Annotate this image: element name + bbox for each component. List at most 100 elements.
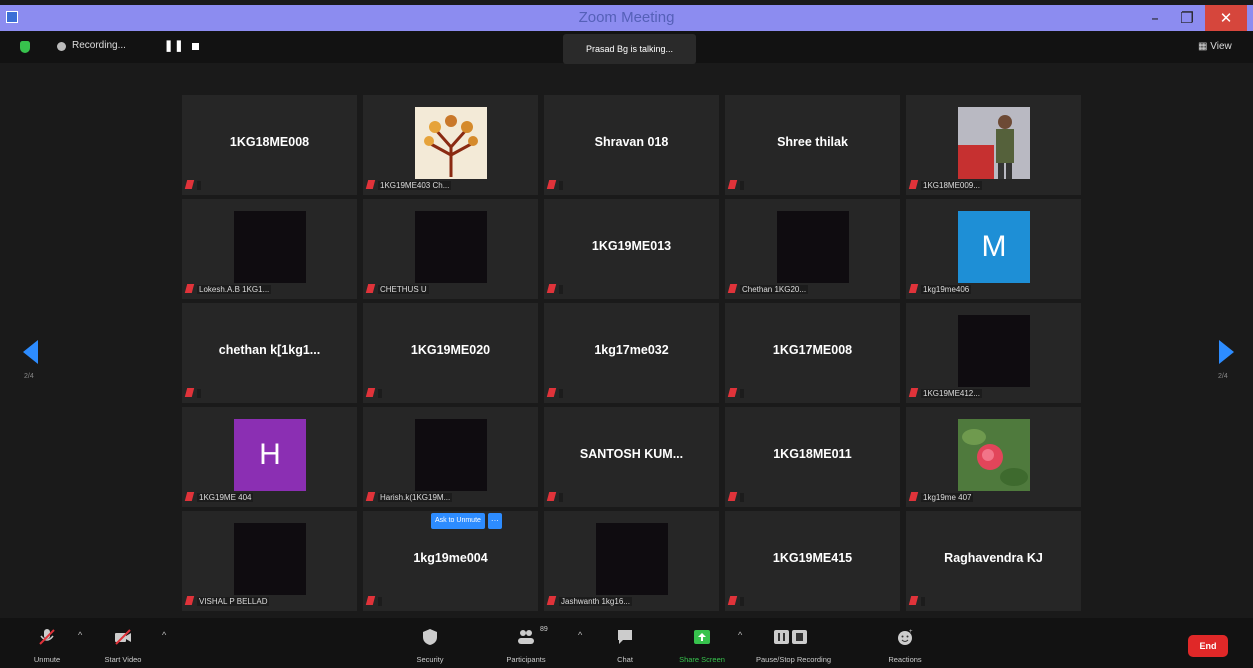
next-page-icon[interactable] <box>1219 340 1234 364</box>
participant-label: VISHAL P BELLAD <box>184 595 270 608</box>
participant-label-text: 1KG19ME403 Ch... <box>378 181 452 190</box>
participant-tile[interactable]: Shravan 018 <box>544 95 719 195</box>
ask-to-unmute-button[interactable]: Ask to Unmute <box>431 513 485 529</box>
security-shield-icon <box>423 629 437 645</box>
muted-microphone-icon <box>184 492 195 501</box>
participant-tile[interactable]: 1KG19ME412... <box>906 303 1081 403</box>
participant-name: 1kg17me032 <box>594 343 669 357</box>
participant-name: SANTOSH KUM... <box>579 447 684 461</box>
share-screen-label: Share Screen <box>679 655 725 664</box>
participant-label: CHETHUS U <box>365 283 429 296</box>
participant-label-text <box>559 493 563 502</box>
participant-tile[interactable]: 1KG19ME415 <box>725 511 900 611</box>
muted-microphone-icon <box>546 596 557 605</box>
share-options-chevron-icon[interactable]: ^ <box>738 630 742 640</box>
participant-label: Harish.k(1KG19M... <box>365 491 453 504</box>
participant-name: 1KG19ME415 <box>772 551 853 565</box>
view-button[interactable]: ▦ View <box>1198 41 1232 52</box>
participant-tile[interactable]: Chethan 1KG20... <box>725 199 900 299</box>
participant-tile[interactable]: 1KG18ME011 <box>725 407 900 507</box>
window-title: Zoom Meeting <box>578 9 675 26</box>
svg-text:+: + <box>909 629 913 635</box>
shield-icon[interactable] <box>20 41 30 53</box>
participant-tile[interactable]: 1kg17me032 <box>544 303 719 403</box>
participant-label: 1KG18ME009... <box>908 179 982 192</box>
participant-label-text <box>197 389 201 398</box>
participant-photo <box>958 419 1030 491</box>
participant-tile[interactable]: 1KG19ME403 Ch... <box>363 95 538 195</box>
participants-chevron-icon[interactable]: ^ <box>578 630 582 640</box>
participant-tile[interactable]: chethan k[1kg1... <box>182 303 357 403</box>
participant-label <box>546 491 563 504</box>
participant-tile[interactable]: Lokesh.A.B 1KG1... <box>182 199 357 299</box>
participant-tile[interactable]: 1KG17ME008 <box>725 303 900 403</box>
unmute-button[interactable]: Unmute <box>22 618 72 668</box>
chat-icon <box>618 630 632 644</box>
participant-label-text: 1kg19me406 <box>921 285 972 294</box>
start-video-button[interactable]: Start Video <box>98 618 148 668</box>
participant-tile[interactable]: 1KG19ME013 <box>544 199 719 299</box>
participant-label-text: Harish.k(1KG19M... <box>378 493 453 502</box>
participants-button[interactable]: 89 Participants <box>496 618 556 668</box>
security-button[interactable]: Security <box>405 618 455 668</box>
reactions-button[interactable]: + Reactions <box>880 618 930 668</box>
end-meeting-button[interactable]: End <box>1188 635 1228 657</box>
pause-stop-recording-button[interactable]: Pause/Stop Recording <box>756 618 831 668</box>
participant-tile[interactable]: Harish.k(1KG19M... <box>363 407 538 507</box>
active-speaker-indicator: Prasad Bg is talking... <box>563 34 696 64</box>
more-options-button[interactable]: ··· <box>487 513 502 529</box>
participant-label <box>546 283 563 296</box>
participant-label-text <box>197 181 201 190</box>
participant-tile[interactable]: SANTOSH KUM... <box>544 407 719 507</box>
unmute-label: Unmute <box>33 655 61 664</box>
participant-avatar: H <box>234 419 306 491</box>
audio-options-chevron-icon[interactable]: ^ <box>78 630 82 640</box>
participant-video-feed <box>415 419 487 491</box>
pause-stop-icon <box>774 630 807 644</box>
share-screen-icon <box>694 630 710 644</box>
participant-tile[interactable]: 1kg19me 407 <box>906 407 1081 507</box>
participant-tile[interactable]: M 1kg19me406 <box>906 199 1081 299</box>
close-button[interactable]: ✕ <box>1205 5 1247 31</box>
stop-recording-button[interactable] <box>192 43 199 50</box>
previous-page-icon[interactable] <box>23 340 38 364</box>
participant-label-text: VISHAL P BELLAD <box>197 597 270 606</box>
participant-label-text <box>740 493 744 502</box>
maximize-button[interactable]: ❐ <box>1172 5 1202 31</box>
participant-video-feed <box>415 211 487 283</box>
participant-tile[interactable]: H 1KG19ME 404 <box>182 407 357 507</box>
chat-button[interactable]: Chat <box>600 618 650 668</box>
participant-label: 1KG19ME 404 <box>184 491 254 504</box>
security-label: Security <box>416 655 444 664</box>
muted-microphone-icon <box>184 284 195 293</box>
recording-dot-icon <box>57 42 66 51</box>
participant-label <box>546 179 563 192</box>
muted-microphone-icon <box>908 284 919 293</box>
muted-microphone-icon <box>727 492 738 501</box>
pause-recording-button[interactable]: ❚❚ <box>164 39 184 52</box>
participant-tile[interactable]: 1KG18ME009... <box>906 95 1081 195</box>
participant-label-text <box>740 597 744 606</box>
participant-tile[interactable]: Jashwanth 1kg16... <box>544 511 719 611</box>
participant-photo <box>415 107 487 179</box>
participant-tile[interactable]: CHETHUS U <box>363 199 538 299</box>
ask-to-unmute-bar: Ask to Unmute ··· <box>431 513 502 529</box>
video-options-chevron-icon[interactable]: ^ <box>162 630 166 640</box>
minimize-button[interactable]: – <box>1140 5 1170 31</box>
muted-microphone-icon <box>727 180 738 189</box>
participant-tile[interactable]: VISHAL P BELLAD <box>182 511 357 611</box>
muted-microphone-icon <box>365 284 376 293</box>
participant-label: Lokesh.A.B 1KG1... <box>184 283 272 296</box>
participant-tile[interactable]: 1kg19me004 Ask to Unmute ··· <box>363 511 538 611</box>
page-indicator-left: 2/4 <box>24 373 34 380</box>
participant-tile[interactable]: 1KG19ME020 <box>363 303 538 403</box>
participant-label <box>365 387 382 400</box>
participant-tile[interactable]: 1KG18ME008 <box>182 95 357 195</box>
muted-microphone-icon <box>727 596 738 605</box>
share-screen-button[interactable]: Share Screen <box>672 618 732 668</box>
participant-name: 1KG18ME011 <box>773 447 852 461</box>
participant-tile[interactable]: Shree thilak <box>725 95 900 195</box>
muted-microphone-icon <box>908 388 919 397</box>
participant-tile[interactable]: Raghavendra KJ <box>906 511 1081 611</box>
participant-name: Shravan 018 <box>594 135 669 149</box>
